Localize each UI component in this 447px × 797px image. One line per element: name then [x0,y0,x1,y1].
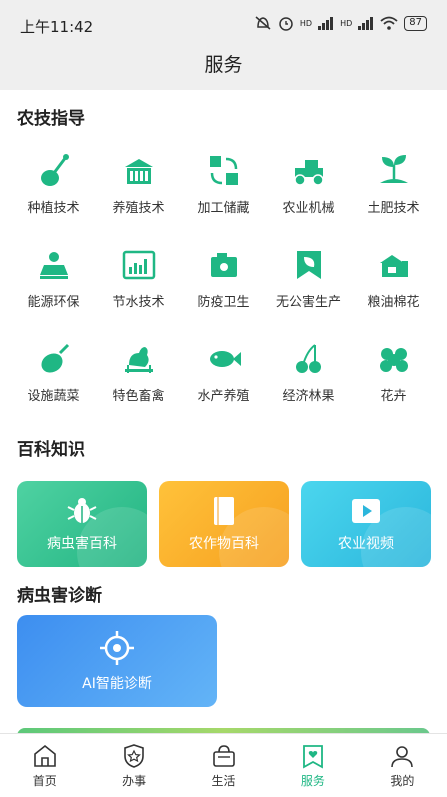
mute-icon [255,16,271,30]
tab-label: 服务 [300,774,325,788]
flower-icon [379,348,408,372]
section-title-diagnosis: 病虫害诊断 [17,586,102,606]
boxes-cycle-icon [209,156,238,185]
tab-label: 我的 [390,774,415,788]
card-label: AI智能诊断 [82,676,152,692]
bug-icon [67,498,97,523]
status-icons: HD HD 87 [254,15,427,31]
grid-item-energy[interactable]: 能源环保 [11,231,96,325]
agri-video-card[interactable]: 农业视频 [301,481,431,567]
eggplant-icon [40,343,69,373]
crosshair-icon [100,631,134,665]
fish-icon [209,351,241,367]
user-icon [391,746,414,768]
page-title: 服务 [0,48,447,90]
grid-item-processing[interactable]: 加工储藏 [181,137,266,231]
play-icon [352,499,380,523]
grid-label: 种植技术 [27,201,80,216]
shopping-bag-icon [212,745,235,767]
grid-label: 特色畜禽 [112,389,165,404]
section-title-encyclopedia: 百科知识 [17,440,85,460]
sanitizer-icon [210,253,237,277]
granary-icon [379,255,408,277]
card-label: 病虫害百科 [47,536,117,552]
home-icon [33,744,56,767]
bottom-tab-bar: 首页 办事 生活 服务 我的 [0,733,447,797]
alarm-icon [279,17,293,31]
leaf-badge-icon [296,251,321,279]
grid-label: 能源环保 [27,295,80,310]
tab-label: 办事 [122,774,147,788]
tab-life[interactable]: 生活 [179,734,268,797]
crop-encyclopedia-card[interactable]: 农作物百科 [159,481,289,567]
grid-label: 农业机械 [282,201,335,216]
book-icon [214,497,234,525]
shovel-sprout-icon [40,154,69,186]
tab-service[interactable]: 服务 [268,734,357,797]
tab-affairs[interactable]: 办事 [89,734,178,797]
grid-item-water-saving[interactable]: 节水技术 [96,231,181,325]
grid-label: 节水技术 [112,295,165,310]
card-label: 农作物百科 [189,536,259,552]
wifi-icon [380,16,398,30]
grid-label: 花卉 [380,389,407,404]
seedling-soil-icon [379,155,408,183]
grid-label: 经济林果 [282,389,335,404]
tab-mine[interactable]: 我的 [358,734,447,797]
grid-item-breeding[interactable]: 养殖技术 [96,137,181,231]
hd-label-2: HD [340,18,353,28]
encyclopedia-cards: 病虫害百科 农作物百科 农业视频 [17,481,431,567]
ai-diagnosis-card[interactable]: AI智能诊断 [17,615,217,707]
grid-item-pollution-free[interactable]: 无公害生产 [266,231,351,325]
grid-label: 加工储藏 [197,201,250,216]
grid-label: 水产养殖 [197,389,250,404]
status-time: 上午11:42 [20,18,94,36]
water-chart-icon [122,250,155,280]
pest-encyclopedia-card[interactable]: 病虫害百科 [17,481,147,567]
grid-item-fertilizer[interactable]: 土肥技术 [351,137,436,231]
grid-item-greenhouse-veg[interactable]: 设施蔬菜 [11,325,96,419]
grid-item-epidemic[interactable]: 防疫卫生 [181,231,266,325]
star-shield-icon [124,744,144,768]
grid-item-orchard[interactable]: 经济林果 [266,325,351,419]
status-bar: 上午11:42 HD HD 87 [0,0,447,48]
grid-label: 粮油棉花 [367,295,420,310]
grid-label: 无公害生产 [275,295,341,310]
barn-icon [124,159,153,184]
grid-label: 设施蔬菜 [27,389,80,404]
hd-label: HD [299,18,313,28]
tab-label: 首页 [32,774,57,788]
solar-panel-icon [39,252,68,279]
grid-item-machinery[interactable]: 农业机械 [266,137,351,231]
heart-bookmark-icon [303,745,323,769]
grid-item-aquaculture[interactable]: 水产养殖 [181,325,266,419]
signal-icon-2 [358,16,374,30]
grid-label: 养殖技术 [112,201,165,216]
card-label: 农业视频 [338,536,394,552]
grid-label: 防疫卫生 [197,295,250,310]
cherry-icon [295,344,321,373]
grid-label: 土肥技术 [367,201,420,216]
section-title-agri: 农技指导 [17,109,85,129]
grid-item-livestock[interactable]: 特色畜禽 [96,325,181,419]
agri-grid: 种植技术 养殖技术 加工储藏 农业机械 土肥技术 能源环保 节水技术 防疫卫生 … [0,137,447,419]
grid-item-flowers[interactable]: 花卉 [351,325,436,419]
rooster-icon [124,347,153,373]
tab-label: 生活 [211,774,236,788]
signal-icon [318,16,334,30]
grid-item-planting[interactable]: 种植技术 [11,137,96,231]
tractor-icon [293,160,324,186]
grid-item-grain[interactable]: 粮油棉花 [351,231,436,325]
tab-home[interactable]: 首页 [0,734,89,797]
battery-indicator: 87 [404,15,427,31]
